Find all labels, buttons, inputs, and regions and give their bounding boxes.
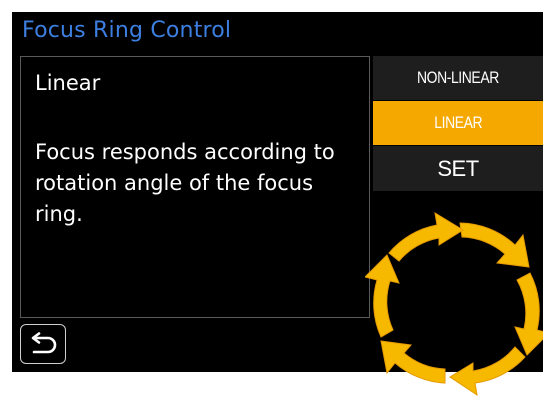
back-button[interactable] (20, 324, 66, 364)
option-non-linear-label: NON-LINEAR (417, 68, 499, 87)
option-set-label: SET (437, 155, 479, 181)
title-bar: Focus Ring Control (12, 12, 543, 55)
description-heading: Linear (35, 71, 101, 95)
page-title: Focus Ring Control (22, 18, 232, 43)
return-arrow-icon (31, 332, 57, 354)
description-panel: Linear Focus responds according to rotat… (20, 56, 370, 318)
option-set[interactable]: SET (373, 146, 543, 191)
description-body: Focus responds according to rotation ang… (35, 140, 335, 226)
option-linear[interactable]: LINEAR (373, 101, 543, 146)
option-menu: NON-LINEAR LINEAR SET (373, 56, 543, 191)
focus-ring-rotation-icon (365, 212, 543, 397)
option-non-linear[interactable]: NON-LINEAR (373, 56, 543, 101)
option-linear-label: LINEAR (434, 113, 482, 132)
